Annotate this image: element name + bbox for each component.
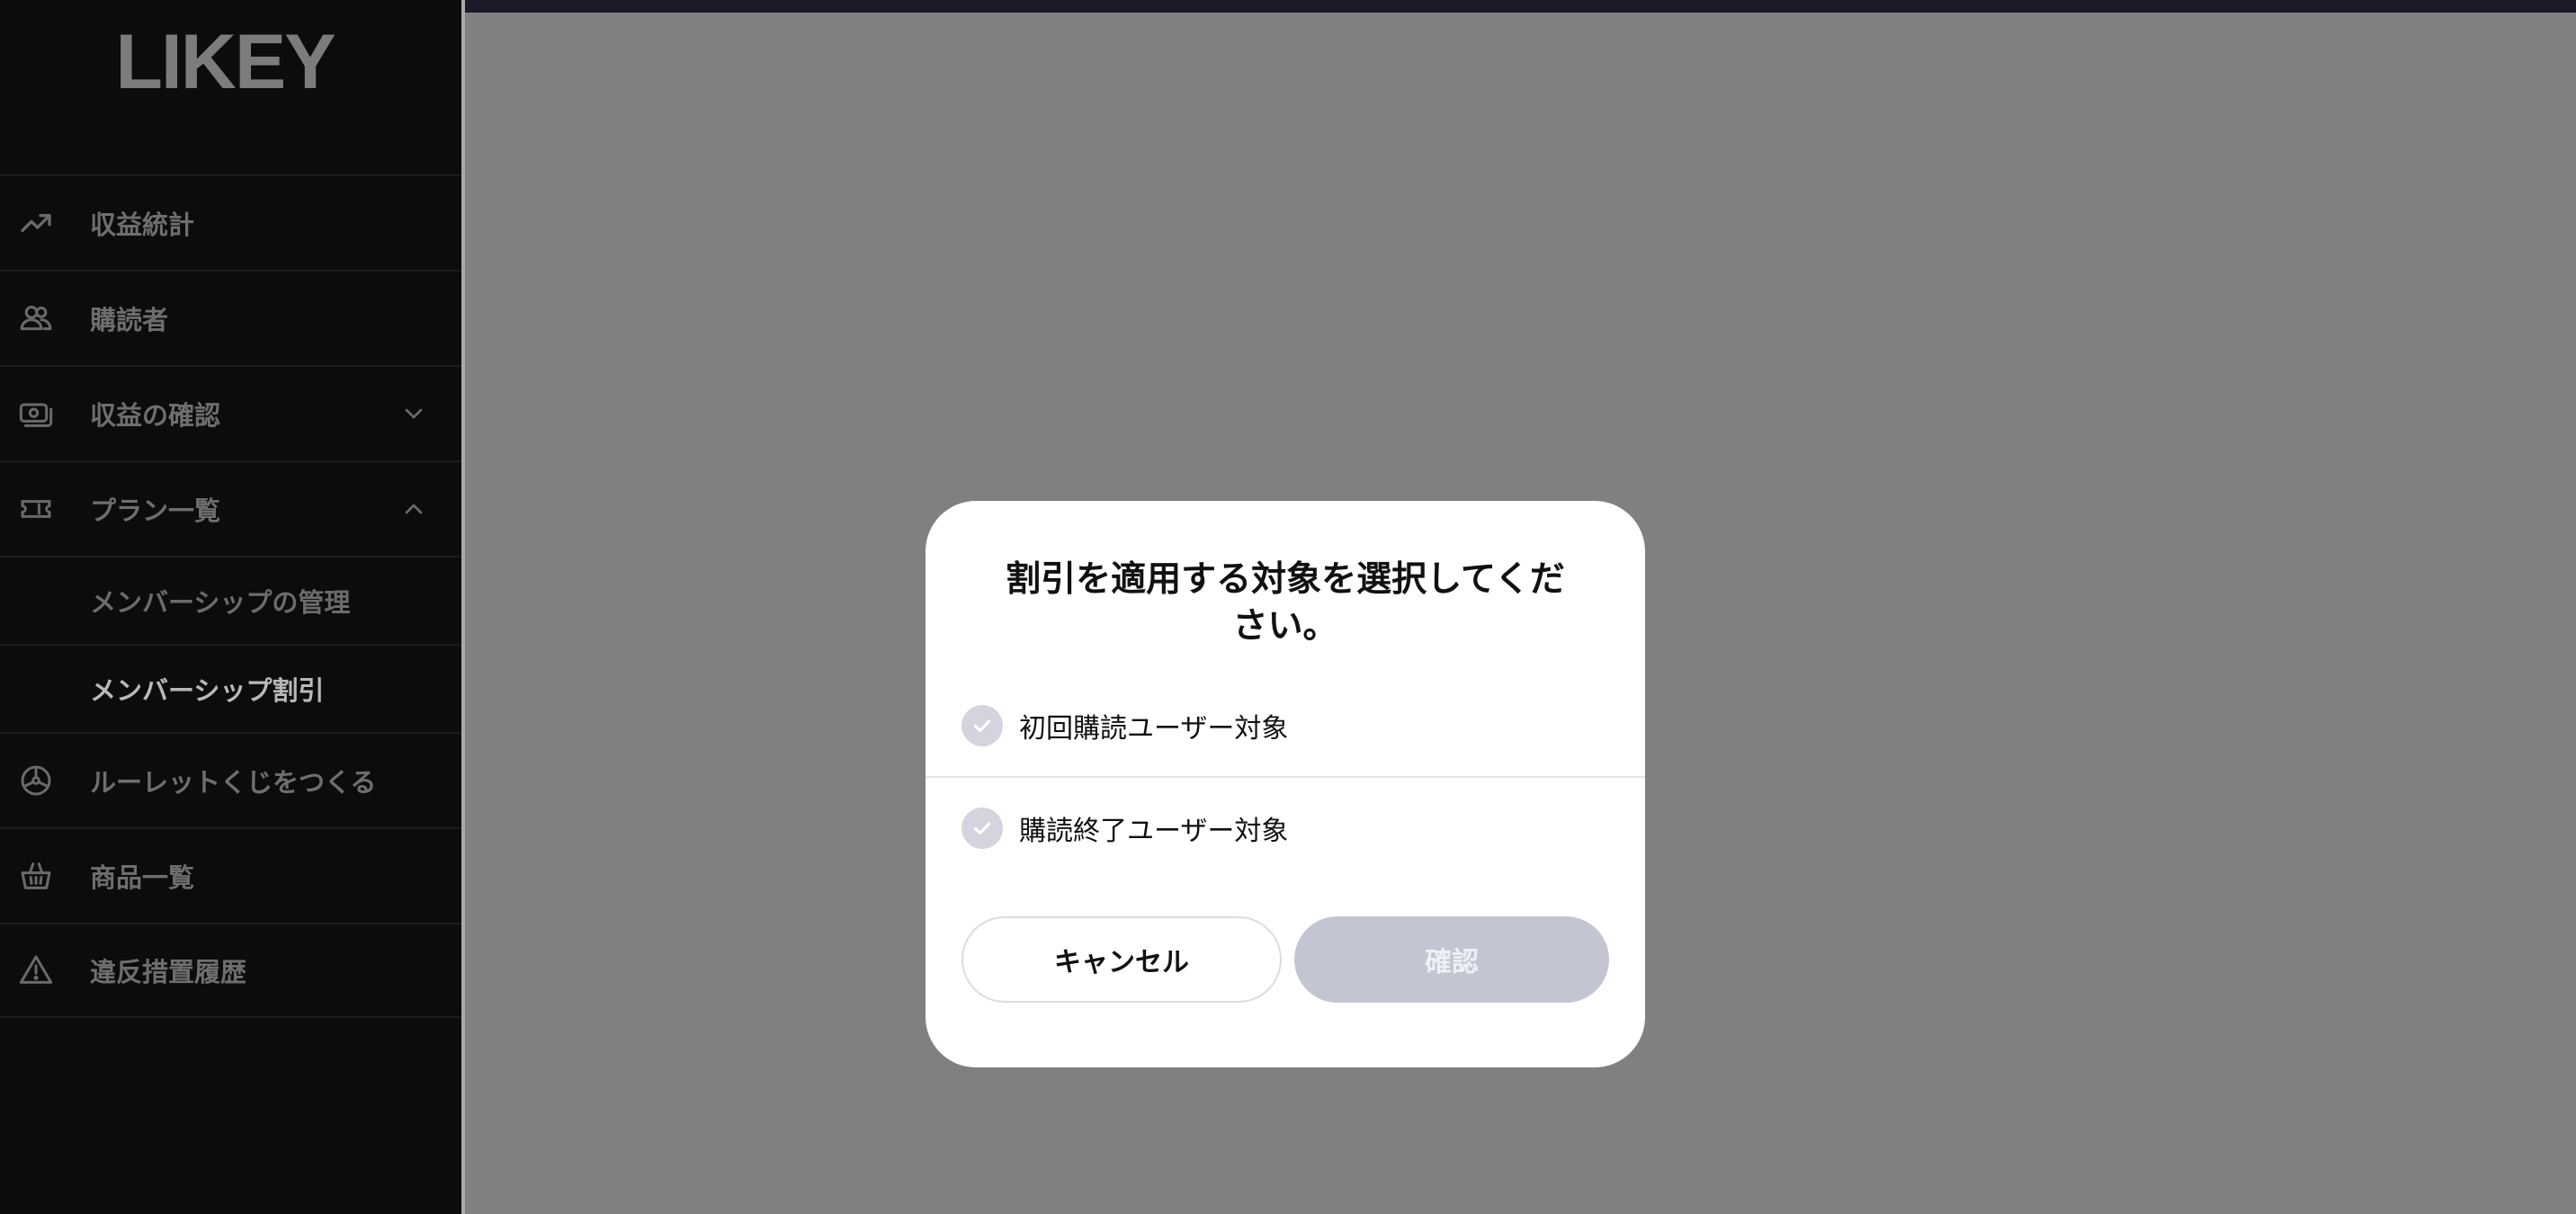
roulette-icon (18, 763, 54, 799)
option-ended-subscribers[interactable]: 購読終了ユーザー対象 (926, 778, 1645, 879)
sidebar-item-products[interactable]: 商品一覧 (0, 827, 463, 923)
chevron-down-icon[interactable] (399, 399, 428, 428)
option-label: 初回購読ユーザー対象 (1019, 713, 1289, 745)
sidebar-divider (461, 0, 465, 1214)
option-first-time-subscribers[interactable]: 初回購読ユーザー対象 (926, 675, 1645, 776)
option-label: 購読終了ユーザー対象 (1019, 816, 1289, 847)
sidebar-item-label: メンバーシップ割引 (90, 675, 325, 706)
sidebar-item-label: 収益統計 (90, 210, 195, 240)
check-icon[interactable] (962, 808, 1003, 849)
sidebar-item-label: 購読者 (90, 305, 169, 335)
basket-icon (18, 858, 54, 894)
money-icon (18, 396, 54, 432)
logo[interactable]: LIKEY (0, 13, 450, 112)
confirm-button[interactable]: 確認 (1294, 916, 1609, 1003)
sidebar-item-label: 商品一覧 (90, 862, 195, 893)
sidebar-item-label: プラン一覧 (90, 495, 221, 526)
ticket-icon (18, 491, 54, 527)
sidebar-item-revenue-check[interactable]: 収益の確認 (0, 365, 463, 460)
trending-up-icon (18, 205, 54, 241)
sidebar-item-violation-history[interactable]: 違反措置履歴 (0, 923, 463, 1018)
top-bar (463, 0, 2576, 13)
sidebar-item-label: 収益の確認 (90, 400, 221, 431)
discount-target-modal: 割引を適用する対象を選択してください。 初回購読ユーザー対象 購読終了ユーザー対… (926, 501, 1645, 1067)
sidebar: LIKEY 収益統計 購読者 収益の確認 プラン一覧 メンバーシップの管理 メン… (0, 0, 463, 1214)
sidebar-item-membership-discount[interactable]: メンバーシップ割引 (0, 644, 463, 732)
check-icon[interactable] (962, 705, 1003, 746)
sidebar-item-label: メンバーシップの管理 (90, 587, 351, 618)
sidebar-item-roulette[interactable]: ルーレットくじをつくる (0, 732, 463, 827)
modal-title: 割引を適用する対象を選択してください。 (1006, 559, 1565, 647)
warning-icon (18, 952, 54, 988)
sidebar-item-revenue-stats[interactable]: 収益統計 (0, 174, 463, 270)
chevron-up-icon[interactable] (399, 495, 428, 523)
cancel-button[interactable]: キャンセル (962, 916, 1282, 1003)
sidebar-item-membership-manage[interactable]: メンバーシップの管理 (0, 556, 463, 644)
sidebar-item-subscribers[interactable]: 購読者 (0, 270, 463, 365)
sidebar-nav: 収益統計 購読者 収益の確認 プラン一覧 メンバーシップの管理 メンバーシップ割… (0, 174, 463, 1018)
sidebar-item-label: ルーレットくじをつくる (90, 767, 377, 798)
app: LIKEY 収益統計 購読者 収益の確認 プラン一覧 メンバーシップの管理 メン… (0, 0, 2576, 1214)
sidebar-item-label: 違反措置履歴 (90, 957, 247, 987)
sidebar-item-plan-list[interactable]: プラン一覧 (0, 460, 463, 556)
users-icon (18, 300, 54, 336)
